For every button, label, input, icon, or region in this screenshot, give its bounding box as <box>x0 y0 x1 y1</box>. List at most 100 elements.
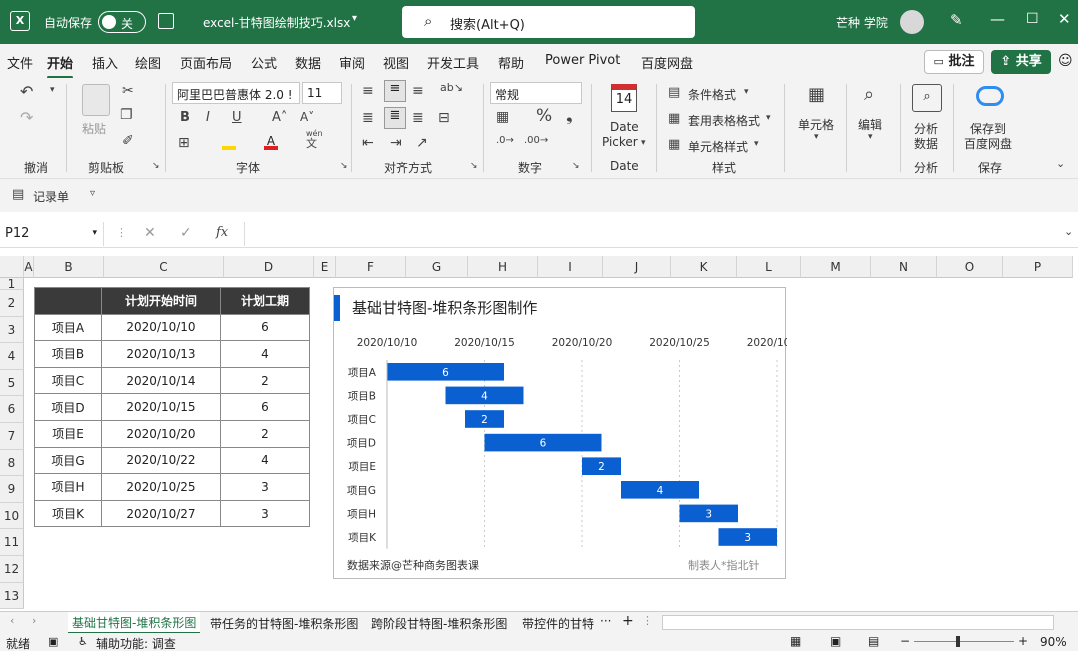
format-painter-icon[interactable]: ✐ <box>122 134 134 148</box>
fx-icon[interactable]: fx <box>216 226 228 239</box>
sheet-tab-active[interactable]: 基础甘特图-堆积条形图 <box>68 612 201 634</box>
cells-icon[interactable]: ▦ <box>808 86 825 104</box>
select-all-corner[interactable] <box>0 256 24 278</box>
cells-dropdown-icon[interactable]: ▾ <box>814 133 819 142</box>
menu-developer[interactable]: 开发工具 <box>427 53 479 72</box>
number-format-select[interactable]: 常规 <box>490 82 582 104</box>
row-header[interactable]: 10 <box>0 502 24 530</box>
table-format-label[interactable]: 套用表格格式 <box>688 112 760 129</box>
conditional-format-dropdown-icon[interactable]: ▾ <box>744 88 749 97</box>
filename-dropdown-icon[interactable]: ▾ <box>352 13 357 24</box>
table-cell[interactable]: 2020/10/20 <box>101 419 221 448</box>
autosave-toggle[interactable]: 关 <box>98 11 146 33</box>
zoom-in-icon[interactable]: + <box>1018 634 1028 648</box>
next-sheet-icon[interactable]: › <box>32 615 36 626</box>
table-cell[interactable]: 项目E <box>34 419 102 448</box>
decrease-indent-icon[interactable]: ⇤ <box>362 136 374 150</box>
menu-review[interactable]: 审阅 <box>339 53 365 72</box>
horizontal-scrollbar[interactable] <box>662 615 1054 630</box>
orientation-icon[interactable]: ↗ <box>416 136 428 150</box>
cell-style-icon[interactable]: ▦ <box>668 138 680 151</box>
decrease-decimal-icon[interactable]: .00→ <box>524 136 548 146</box>
comment-button[interactable]: ▭ 批注 <box>924 50 984 74</box>
align-bottom-icon[interactable]: ≡ <box>412 84 424 98</box>
table-cell[interactable]: 2020/10/22 <box>101 446 221 475</box>
table-cell[interactable]: 2020/10/27 <box>101 499 221 528</box>
clipboard-launcher-icon[interactable]: ↘ <box>152 162 160 171</box>
maximize-icon[interactable]: ☐ <box>1026 11 1039 27</box>
status-accessibility[interactable]: 辅助功能: 调查 <box>96 635 176 652</box>
undo-icon[interactable]: ↶ <box>20 84 33 100</box>
more-sheets-icon[interactable]: ··· <box>600 614 611 628</box>
column-header[interactable]: J <box>603 256 671 278</box>
gantt-chart[interactable]: 基础甘特图-堆积条形图制作 2020/10/10 2020/10/15 2020/1… <box>333 287 787 579</box>
table-cell[interactable]: 2 <box>220 366 310 395</box>
formula-expand-icon[interactable]: ⌄ <box>1064 226 1073 237</box>
menu-help[interactable]: 帮助 <box>498 53 524 72</box>
table-cell[interactable]: 项目G <box>34 446 102 475</box>
table-cell[interactable]: 2 <box>220 419 310 448</box>
column-header[interactable]: F <box>336 256 406 278</box>
ribbon-collapse-icon[interactable]: ⌄ <box>1056 158 1065 169</box>
align-middle-icon[interactable]: ≡ <box>384 80 406 102</box>
cell-style-label[interactable]: 单元格样式 <box>688 138 748 155</box>
zoom-out-icon[interactable]: − <box>900 634 910 648</box>
row-header[interactable]: 11 <box>0 529 24 556</box>
menu-power-pivot[interactable]: Power Pivot <box>545 53 620 68</box>
row-header[interactable]: 13 <box>0 582 24 610</box>
page-break-view-icon[interactable]: ▤ <box>868 634 879 648</box>
menu-data[interactable]: 数据 <box>295 53 321 72</box>
underline-button[interactable]: U <box>232 111 242 124</box>
number-launcher-icon[interactable]: ↘ <box>572 162 580 171</box>
accessibility-icon[interactable]: ♿ <box>78 635 88 648</box>
smiley-icon[interactable]: ☺ <box>1058 53 1073 69</box>
row-header[interactable]: 3 <box>0 316 24 344</box>
column-header[interactable]: O <box>937 256 1003 278</box>
share-button[interactable]: ⇪ 共享 <box>991 50 1051 74</box>
zoom-level[interactable]: 90% <box>1040 635 1067 649</box>
zoom-slider-thumb[interactable] <box>956 636 960 647</box>
decrease-font-icon[interactable]: A˅ <box>300 111 314 123</box>
undo-dropdown-icon[interactable]: ▾ <box>50 86 55 95</box>
merge-center-icon[interactable]: ⊟ <box>438 111 450 125</box>
menu-baidu[interactable]: 百度网盘 <box>641 53 693 72</box>
zoom-slider[interactable] <box>914 641 1014 642</box>
calendar-icon[interactable]: 14 <box>611 84 637 112</box>
cells-label[interactable]: 单元格 <box>798 116 834 133</box>
table-cell[interactable]: 6 <box>220 313 310 342</box>
cut-icon[interactable]: ✂ <box>122 84 134 98</box>
column-header[interactable]: A <box>24 256 34 278</box>
avatar[interactable] <box>900 10 924 34</box>
table-cell[interactable]: 项目A <box>34 313 102 342</box>
customize-dropdown-icon[interactable]: ▿ <box>90 189 95 199</box>
tab-split-icon[interactable]: ⋮ <box>642 614 653 627</box>
row-header[interactable]: 9 <box>0 476 24 503</box>
table-cell[interactable]: 2020/10/25 <box>101 473 221 501</box>
column-header[interactable]: N <box>871 256 937 278</box>
table-cell[interactable]: 4 <box>220 340 310 368</box>
normal-view-icon[interactable]: ▦ <box>790 634 801 648</box>
menu-home[interactable]: 开始 <box>47 53 74 79</box>
table-format-icon[interactable]: ▦ <box>668 112 680 125</box>
menu-file[interactable]: 文件 <box>7 53 33 72</box>
baidu-cloud-icon[interactable] <box>976 86 1004 106</box>
table-cell[interactable]: 3 <box>220 499 310 528</box>
analyze-line2[interactable]: 数据 <box>914 135 938 152</box>
name-box[interactable]: P12 ▾ <box>0 222 104 246</box>
row-header[interactable]: 12 <box>0 556 24 583</box>
column-header[interactable]: M <box>801 256 871 278</box>
menu-formulas[interactable]: 公式 <box>251 53 277 72</box>
column-header[interactable]: B <box>34 256 104 278</box>
edit-dropdown-icon[interactable]: ▾ <box>868 133 873 142</box>
table-cell[interactable]: 项目K <box>34 499 102 528</box>
italic-button[interactable]: I <box>206 111 210 124</box>
table-cell[interactable]: 2020/10/13 <box>101 340 221 368</box>
fill-color-icon[interactable] <box>222 136 236 150</box>
find-icon[interactable]: ⌕ <box>864 86 874 104</box>
percent-icon[interactable]: % <box>536 108 552 125</box>
column-header[interactable]: L <box>737 256 801 278</box>
row-header[interactable]: 8 <box>0 449 24 477</box>
font-color-icon[interactable]: A <box>264 134 278 150</box>
header-cell[interactable]: 计划工期 <box>220 287 310 315</box>
font-name-select[interactable]: 阿里巴巴普惠体 2.0 ! <box>172 82 300 104</box>
